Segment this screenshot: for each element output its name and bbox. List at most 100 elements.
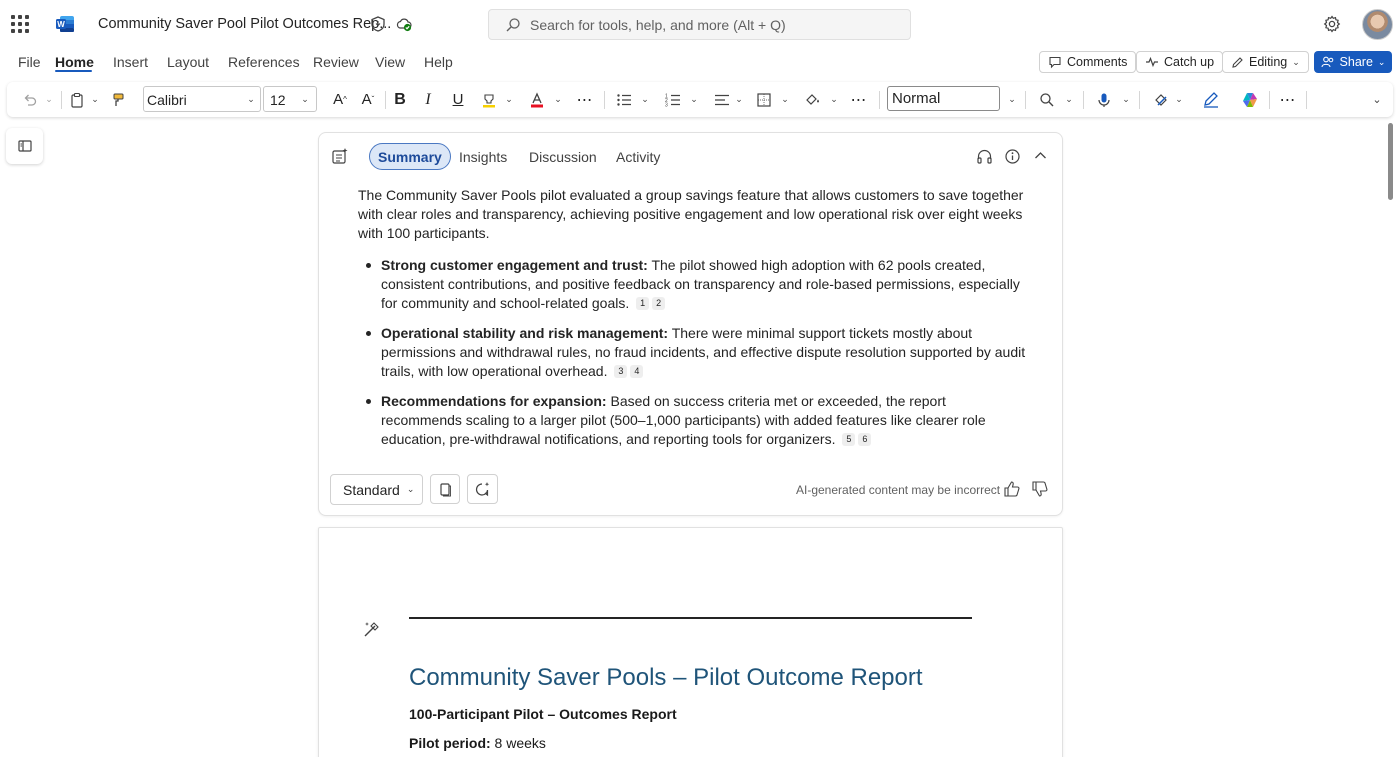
- more-options-icon[interactable]: ⋯: [1276, 82, 1300, 117]
- chevron-down-icon[interactable]: ⌄: [639, 82, 651, 117]
- user-avatar[interactable]: [1362, 9, 1393, 40]
- chevron-down-icon[interactable]: ⌄: [89, 82, 101, 117]
- font-color-icon[interactable]: [526, 82, 548, 117]
- citation-marker[interactable]: 6: [858, 433, 872, 446]
- chevron-down-icon[interactable]: ⌄: [43, 82, 55, 117]
- comments-button[interactable]: Comments: [1039, 51, 1137, 73]
- search-placeholder: Search for tools, help, and more (Alt + …: [530, 17, 786, 33]
- chevron-down-icon[interactable]: ⌄: [828, 82, 840, 117]
- shrink-font-icon[interactable]: Aˇ: [357, 82, 379, 117]
- grow-font-icon[interactable]: A ^: [329, 82, 351, 117]
- citation-marker[interactable]: 1: [636, 297, 650, 310]
- document-title[interactable]: Community Saver Pool Pilot Outcomes Rep.…: [98, 16, 391, 32]
- citation-marker[interactable]: 4: [630, 365, 644, 378]
- format-painter-icon[interactable]: [107, 82, 129, 117]
- summary-bullets: Strong customer engagement and trust: Th…: [358, 256, 1028, 460]
- chevron-down-icon[interactable]: ⌄: [552, 82, 564, 117]
- more-font-options-icon[interactable]: ⋯: [573, 82, 597, 117]
- tab-activity[interactable]: Activity: [608, 143, 668, 170]
- menu-home[interactable]: Home: [55, 54, 94, 70]
- tab-summary[interactable]: Summary: [369, 143, 451, 170]
- styles-select[interactable]: Normal: [887, 86, 1000, 111]
- chevron-down-icon[interactable]: ⌄: [1004, 82, 1020, 117]
- sensitivity-shield-icon[interactable]: [369, 15, 387, 33]
- tab-insights[interactable]: Insights: [451, 143, 515, 170]
- thumbs-up-icon[interactable]: [1003, 480, 1021, 498]
- shading-icon[interactable]: [801, 82, 823, 117]
- citation-marker[interactable]: 3: [614, 365, 628, 378]
- dictate-microphone-icon[interactable]: [1093, 82, 1115, 117]
- find-icon[interactable]: [1036, 82, 1058, 117]
- catch-up-button[interactable]: Catch up: [1136, 51, 1224, 73]
- list-item: Strong customer engagement and trust: Th…: [358, 256, 1028, 313]
- numbering-icon[interactable]: 123: [662, 82, 684, 117]
- ask-copilot-button[interactable]: [467, 474, 498, 504]
- bullets-icon[interactable]: [613, 82, 635, 117]
- chevron-down-icon[interactable]: ⌄: [297, 82, 313, 117]
- summary-length-dropdown[interactable]: Standard ⌄: [330, 474, 423, 505]
- headphones-icon[interactable]: [976, 148, 993, 165]
- share-button[interactable]: Share ⌄: [1314, 51, 1392, 73]
- list-item: Operational stability and risk managemen…: [358, 324, 1028, 381]
- menu-layout[interactable]: Layout: [167, 54, 209, 70]
- paste-clipboard-icon[interactable]: [66, 82, 88, 117]
- menu-file[interactable]: File: [18, 54, 41, 70]
- ai-disclaimer: AI-generated content may be incorrect: [796, 483, 1001, 497]
- copy-button[interactable]: [430, 474, 460, 504]
- editor-icon[interactable]: [1200, 82, 1222, 117]
- chevron-down-icon[interactable]: ⌄: [733, 82, 745, 117]
- copy-icon: [439, 482, 451, 496]
- chevron-down-icon[interactable]: ⌄: [503, 82, 515, 117]
- search-input[interactable]: Search for tools, help, and more (Alt + …: [488, 9, 911, 40]
- divider: [604, 91, 605, 109]
- borders-icon[interactable]: [753, 82, 775, 117]
- thumbs-down-icon[interactable]: [1031, 480, 1049, 498]
- summary-length-label: Standard: [343, 481, 400, 498]
- ribbon-toolbar: ⌄ ⌄ Calibri ⌄ 12 ⌄ A ^ Aˇ B I U ⌄ ⌄ ⋯ ⌄ 1…: [7, 82, 1393, 117]
- divider: [1139, 91, 1140, 109]
- chevron-down-icon[interactable]: ⌄: [1063, 82, 1075, 117]
- align-icon[interactable]: [711, 82, 733, 117]
- app-launcher-icon[interactable]: [11, 15, 29, 33]
- menu-insert[interactable]: Insert: [113, 54, 148, 70]
- bullet-title: Strong customer engagement and trust:: [381, 257, 648, 273]
- underline-icon[interactable]: U: [447, 82, 469, 117]
- bold-icon[interactable]: B: [389, 82, 411, 117]
- pilot-period-line: Pilot period: 8 weeks: [409, 735, 546, 751]
- italic-icon[interactable]: I: [417, 82, 439, 117]
- citation-marker[interactable]: 5: [842, 433, 856, 446]
- highlighter-icon[interactable]: [478, 82, 500, 117]
- undo-icon[interactable]: [19, 82, 41, 117]
- sensitivity-icon[interactable]: [1150, 82, 1172, 117]
- saved-to-cloud-icon[interactable]: [395, 15, 413, 33]
- document-subtitle: 100-Participant Pilot – Outcomes Report: [409, 706, 677, 722]
- copilot-icon[interactable]: [1239, 82, 1261, 117]
- info-icon[interactable]: [1004, 148, 1021, 165]
- document-page[interactable]: Community Saver Pools – Pilot Outcome Re…: [318, 527, 1063, 757]
- divider: [1306, 91, 1307, 109]
- chevron-down-icon[interactable]: ⌄: [1120, 82, 1132, 117]
- vertical-scrollbar[interactable]: [1388, 123, 1393, 200]
- word-logo-icon[interactable]: W: [55, 14, 75, 34]
- more-paragraph-options-icon[interactable]: ⋯: [847, 82, 871, 117]
- divider: [879, 91, 880, 109]
- chevron-down-icon[interactable]: ⌄: [243, 82, 259, 117]
- menu-references[interactable]: References: [228, 54, 300, 70]
- chevron-down-icon[interactable]: ⌄: [1173, 82, 1185, 117]
- editing-mode-button[interactable]: Editing ⌄: [1222, 51, 1309, 73]
- tab-discussion[interactable]: Discussion: [521, 143, 605, 170]
- navigation-pane-button[interactable]: [6, 128, 43, 164]
- copilot-draft-wand-icon[interactable]: [363, 620, 381, 638]
- chevron-down-icon[interactable]: ⌄: [688, 82, 700, 117]
- settings-gear-icon[interactable]: [1322, 14, 1342, 34]
- ribbon-expand-chevron-icon[interactable]: ⌄: [1369, 82, 1385, 117]
- menu-view[interactable]: View: [375, 54, 405, 70]
- chevron-down-icon[interactable]: ⌄: [779, 82, 791, 117]
- pulse-icon: [1146, 56, 1158, 68]
- svg-text:3: 3: [665, 102, 668, 108]
- document-heading: Community Saver Pools – Pilot Outcome Re…: [409, 664, 923, 691]
- collapse-chevron-up-icon[interactable]: [1032, 147, 1049, 164]
- citation-marker[interactable]: 2: [652, 297, 666, 310]
- menu-review[interactable]: Review: [313, 54, 359, 70]
- menu-help[interactable]: Help: [424, 54, 453, 70]
